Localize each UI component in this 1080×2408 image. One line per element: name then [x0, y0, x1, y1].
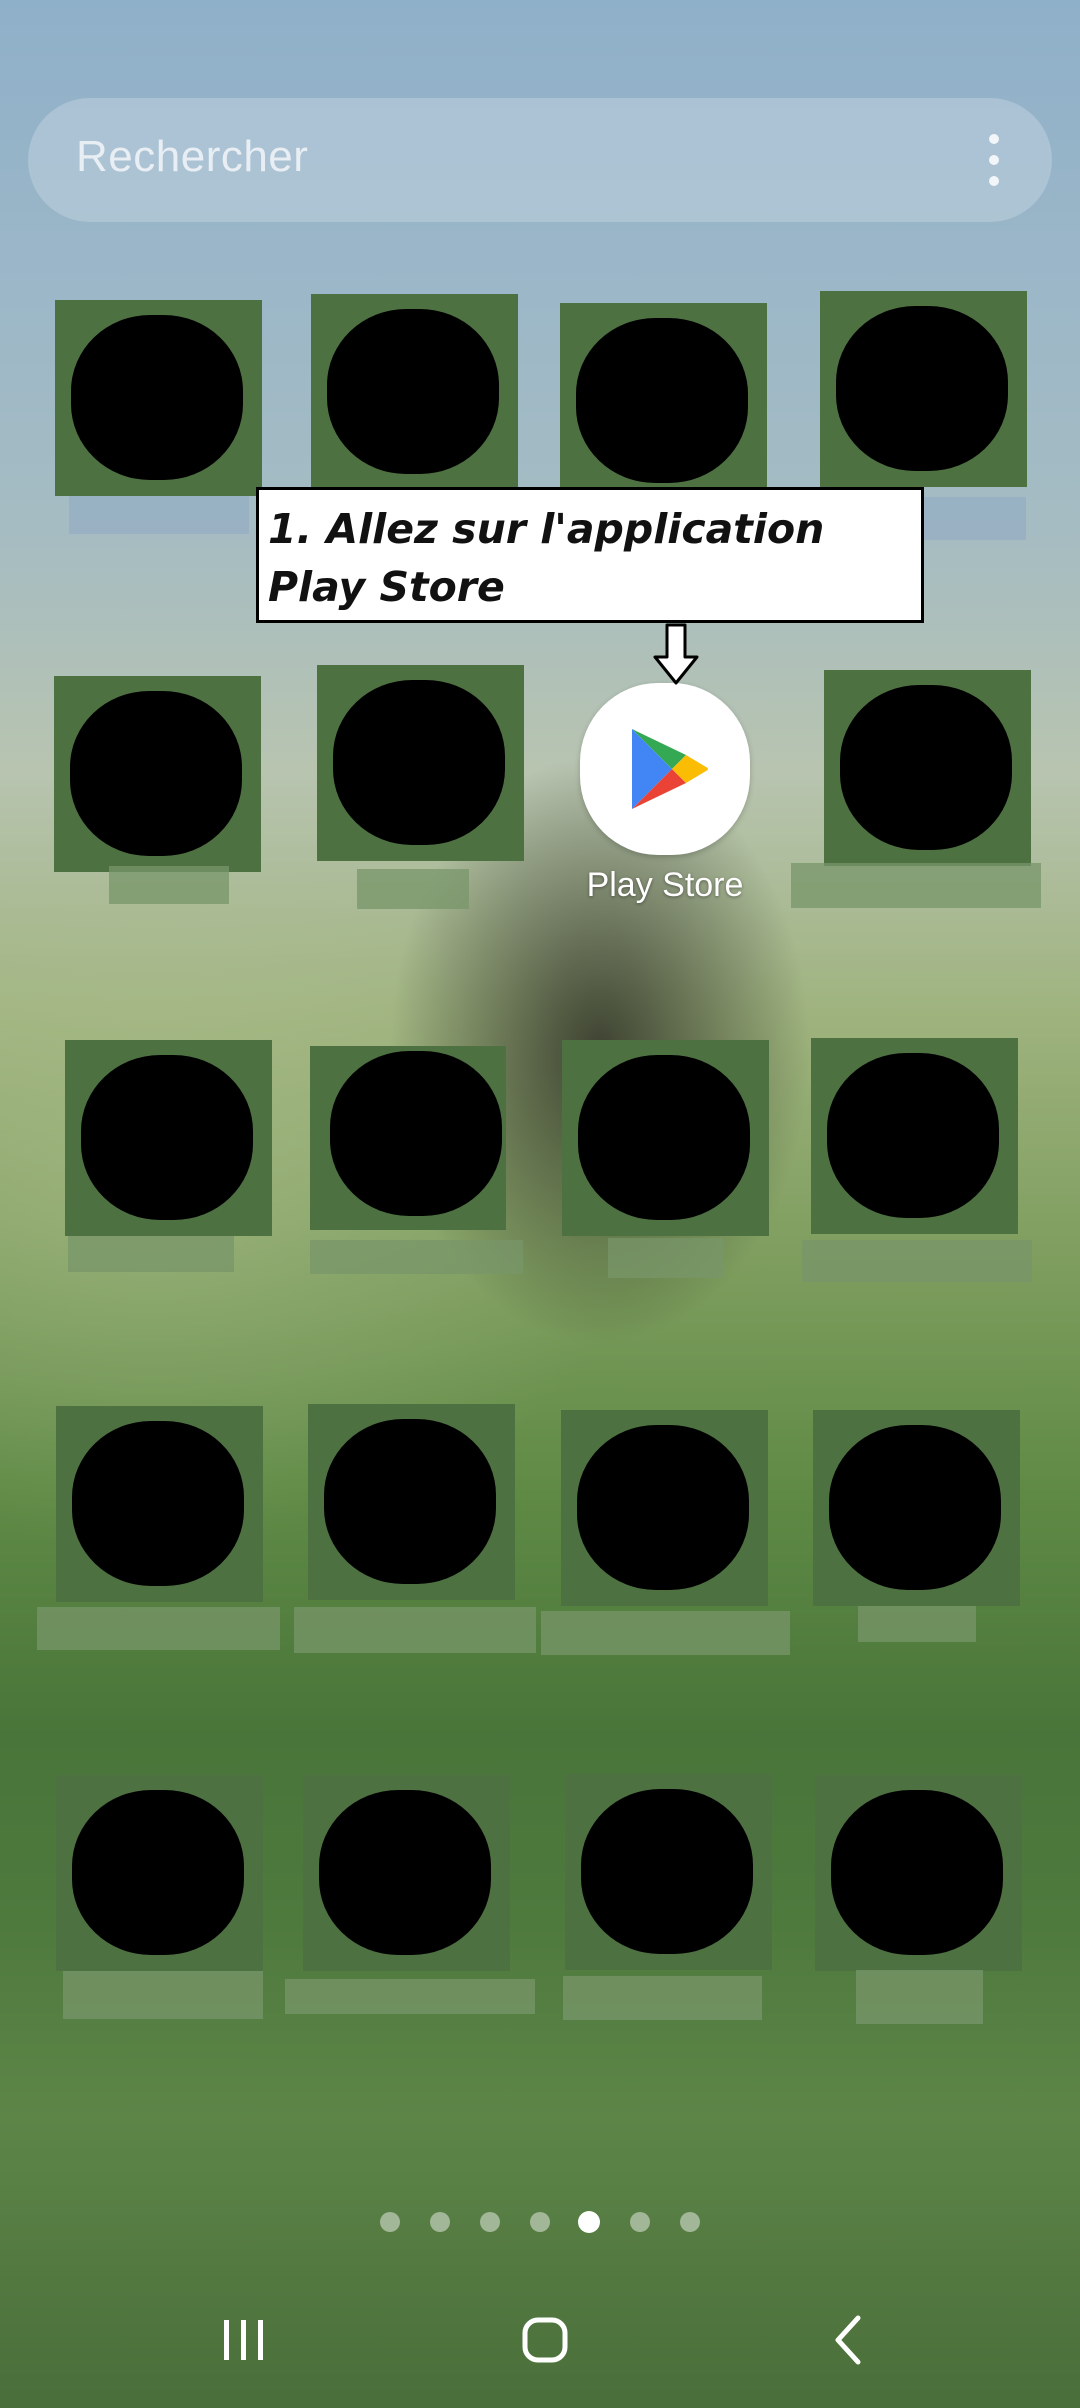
home-icon — [522, 2317, 568, 2363]
hidden-app-icon — [330, 1051, 502, 1216]
hidden-app-icon — [576, 318, 748, 483]
more-vertical-icon[interactable] — [986, 134, 1002, 186]
hidden-app-icon — [71, 315, 243, 480]
play-store-icon — [632, 729, 708, 809]
hidden-app[interactable] — [563, 1774, 773, 2020]
hidden-app[interactable] — [562, 1040, 772, 1280]
hidden-app-icon — [829, 1425, 1001, 1590]
page-dot[interactable] — [380, 2212, 400, 2232]
hidden-app[interactable] — [790, 670, 1041, 910]
hidden-app[interactable] — [802, 1038, 1032, 1282]
hidden-app-icon — [827, 1053, 999, 1218]
page-indicator[interactable] — [0, 2210, 1080, 2234]
back-icon — [835, 2315, 861, 2365]
hidden-app[interactable] — [37, 1406, 281, 1650]
hidden-app-icon — [836, 306, 1008, 471]
page-dot[interactable] — [430, 2212, 450, 2232]
hidden-app-icon — [72, 1790, 244, 1955]
hidden-app-icon — [70, 691, 242, 856]
navigation-bar — [0, 2300, 1080, 2380]
hidden-app[interactable] — [285, 1775, 535, 2015]
home-button[interactable] — [500, 2300, 590, 2380]
search-placeholder: Rechercher — [76, 132, 309, 181]
page-dot[interactable] — [680, 2212, 700, 2232]
search-bar[interactable]: Rechercher — [28, 98, 1052, 222]
hidden-app-icon — [581, 1789, 753, 1954]
hidden-app-icon — [840, 685, 1012, 850]
page-dot[interactable] — [480, 2212, 500, 2232]
hidden-app[interactable] — [65, 1040, 275, 1280]
hidden-app[interactable] — [541, 1410, 791, 1655]
play-store-app[interactable] — [580, 683, 750, 855]
hidden-app[interactable] — [813, 1410, 1023, 1650]
hidden-app[interactable] — [317, 665, 527, 915]
recents-button[interactable] — [198, 2300, 288, 2380]
back-button[interactable] — [803, 2300, 893, 2380]
hidden-app[interactable] — [815, 1775, 1025, 2025]
hidden-app-icon — [81, 1055, 253, 1220]
hidden-app[interactable] — [294, 1404, 536, 1654]
down-arrow-icon — [653, 623, 699, 685]
hidden-app-icon — [72, 1421, 244, 1586]
page-dot-active[interactable] — [578, 2211, 600, 2233]
hidden-app-icon — [578, 1055, 750, 1220]
page-dot[interactable] — [630, 2212, 650, 2232]
page-dot[interactable] — [530, 2212, 550, 2232]
hidden-app[interactable] — [56, 1775, 266, 2021]
play-store-label: Play Store — [586, 866, 744, 904]
recents-icon — [224, 2320, 263, 2360]
hidden-app[interactable] — [55, 300, 265, 540]
hidden-app-icon — [577, 1425, 749, 1590]
hidden-app-icon — [333, 680, 505, 845]
instruction-callout: 1. Allez sur l'application Play Store — [256, 487, 924, 623]
hidden-app[interactable] — [310, 1046, 530, 1286]
hidden-app-icon — [319, 1790, 491, 1955]
hidden-app-icon — [327, 309, 499, 474]
hidden-app[interactable] — [54, 676, 264, 916]
hidden-app-icon — [831, 1790, 1003, 1955]
hidden-app-icon — [324, 1419, 496, 1584]
